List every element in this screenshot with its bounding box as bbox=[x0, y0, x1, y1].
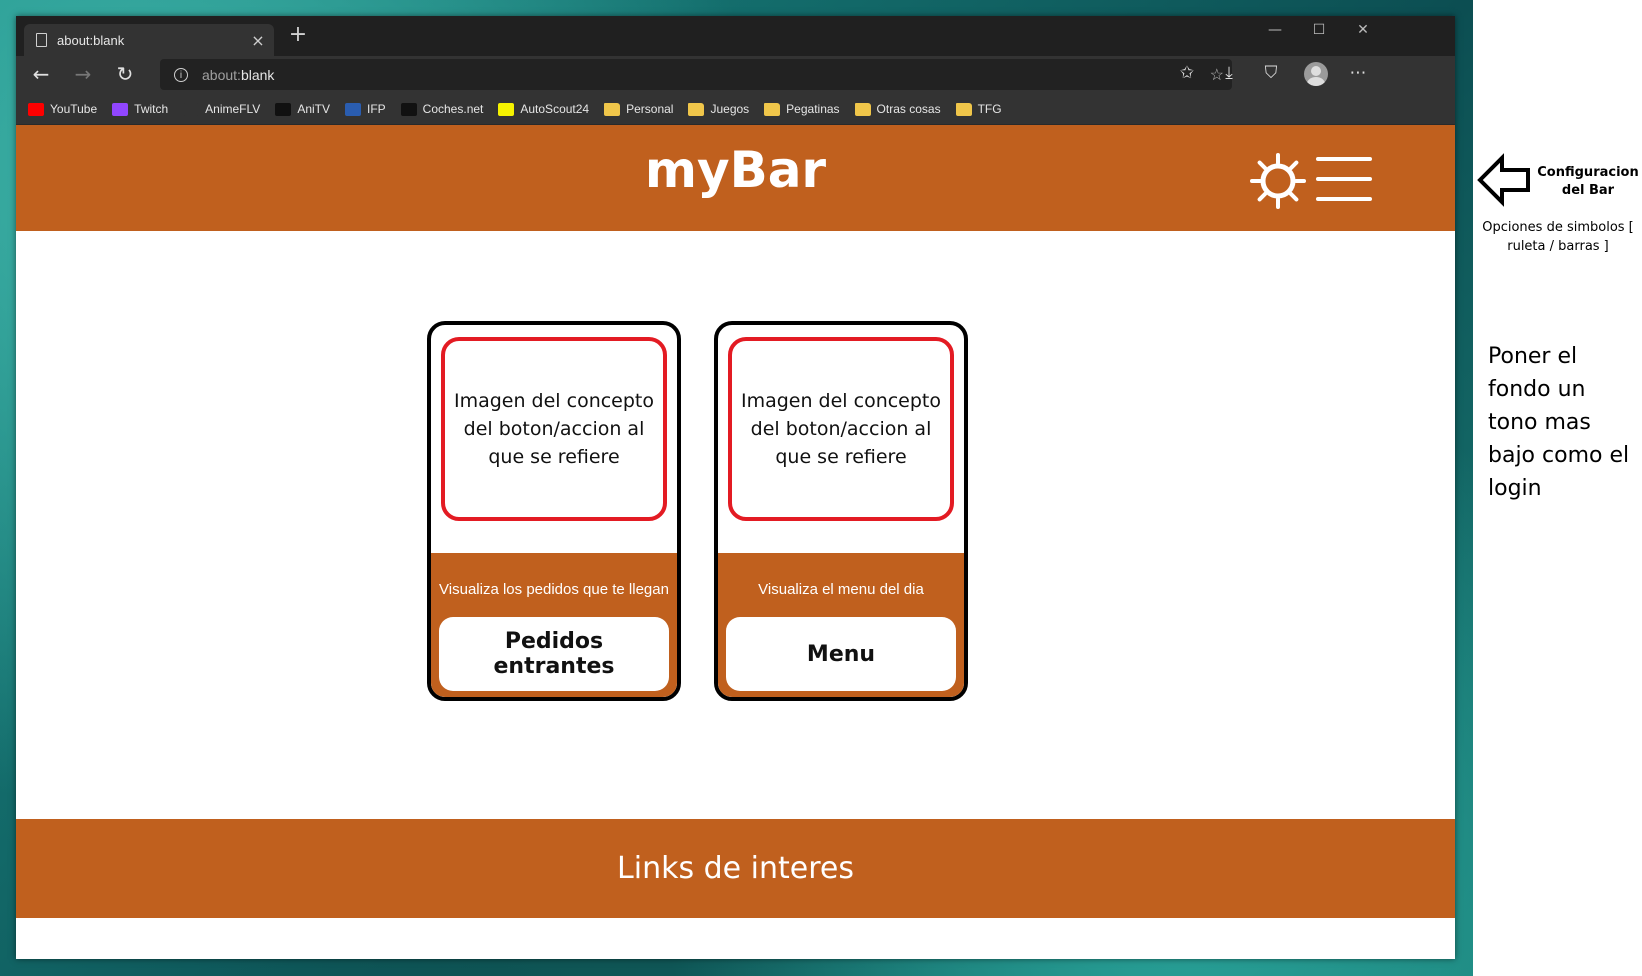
bookmark-label: Pegatinas bbox=[786, 102, 840, 116]
folder-icon bbox=[854, 102, 871, 116]
folder-icon bbox=[764, 102, 781, 116]
forward-icon[interactable]: → bbox=[68, 62, 98, 86]
left-arrow-icon bbox=[1477, 153, 1530, 207]
youtube-icon bbox=[28, 102, 44, 116]
bookmark-autoscout24[interactable]: AutoScout24 bbox=[498, 102, 589, 116]
card-bottom: Visualiza el menu del dia Menu bbox=[718, 553, 964, 697]
bookmark-label: Coches.net bbox=[422, 102, 484, 116]
url-text: about:blank bbox=[202, 66, 275, 83]
hamburger-menu-icon[interactable] bbox=[1316, 157, 1372, 205]
bookmark-label: Twitch bbox=[134, 102, 169, 116]
folder-icon bbox=[604, 102, 621, 116]
footer-links[interactable]: Links de interes bbox=[16, 819, 1455, 918]
pedidos-entrantes-button[interactable]: Pedidos entrantes bbox=[439, 617, 669, 691]
brand-title: myBar bbox=[644, 141, 827, 199]
refresh-icon[interactable]: ↻ bbox=[110, 62, 140, 86]
bookmark-pegatinas[interactable]: Pegatinas bbox=[764, 102, 840, 116]
note-annotation: Poner el fondo un tono mas bajo como el … bbox=[1488, 344, 1630, 501]
options-annotation: Opciones de simbolos [ ruleta / barras ] bbox=[1482, 220, 1634, 254]
card-description: Visualiza los pedidos que te llegan bbox=[439, 581, 669, 598]
bookmark-tfg[interactable]: TFG bbox=[955, 102, 1002, 116]
bookmark-youtube[interactable]: YouTube bbox=[28, 102, 97, 116]
browser-toolbar: ← → ↻ i about:blank ☆ ✩ ⤓ ⛉ ⋯ bbox=[16, 56, 1455, 94]
bookmark-label: Otras cosas bbox=[876, 102, 941, 116]
menu-button[interactable]: Menu bbox=[726, 617, 956, 691]
tab-title: about:blank bbox=[57, 32, 125, 48]
cochesnet-icon bbox=[400, 102, 417, 116]
bookmark-ifp[interactable]: IFP bbox=[345, 102, 386, 116]
bookmark-personal[interactable]: Personal bbox=[604, 102, 673, 116]
card-description: Visualiza el menu del dia bbox=[758, 581, 924, 598]
address-bar[interactable]: i about:blank ☆ bbox=[160, 59, 1232, 90]
bookmark-label: Juegos bbox=[710, 102, 750, 116]
bookmark-juegos[interactable]: Juegos bbox=[688, 102, 749, 116]
browser-tab[interactable]: about:blank × bbox=[24, 24, 274, 56]
app-header: myBar bbox=[16, 125, 1455, 231]
card-pedidos: Imagen del concepto del boton/accion al … bbox=[427, 321, 681, 701]
card-image-placeholder: Imagen del concepto del boton/accion al … bbox=[728, 337, 954, 521]
bookmarks-bar: YouTube Twitch AnimeFLV AniTV IFP Coches.net A… bbox=[16, 94, 1455, 125]
folder-icon bbox=[955, 102, 972, 116]
card-bottom: Visualiza los pedidos que te llegan Pedi… bbox=[431, 553, 677, 697]
card-menu: Imagen del concepto del boton/accion al … bbox=[714, 321, 968, 701]
close-tab-icon[interactable]: × bbox=[248, 31, 268, 50]
download-icon[interactable]: ⤓ bbox=[1215, 63, 1243, 83]
maximize-icon[interactable]: ☐ bbox=[1304, 22, 1334, 38]
info-icon[interactable]: i bbox=[174, 67, 188, 82]
config-annotation: Configuracion del Bar bbox=[1537, 165, 1639, 198]
autoscout-icon bbox=[498, 102, 515, 116]
bookmark-otras-cosas[interactable]: Otras cosas bbox=[854, 102, 941, 116]
close-window-icon[interactable]: ✕ bbox=[1348, 22, 1378, 38]
app-page: myBar Imagen del concepto del boton/acci… bbox=[16, 125, 1455, 959]
profile-avatar-icon[interactable] bbox=[1304, 62, 1328, 86]
browser-window: about:blank × + — ☐ ✕ ← → ↻ i about:blan… bbox=[16, 16, 1455, 959]
folder-icon bbox=[688, 102, 705, 116]
extensions-icon[interactable]: ⛉ bbox=[1257, 63, 1285, 83]
more-options-icon[interactable]: ⋯ bbox=[1344, 63, 1372, 83]
anitv-icon bbox=[275, 102, 292, 116]
bookmark-coches-net[interactable]: Coches.net bbox=[400, 102, 484, 116]
back-icon[interactable]: ← bbox=[26, 62, 56, 86]
bookmark-twitch[interactable]: Twitch bbox=[112, 102, 168, 116]
bookmark-label: AutoScout24 bbox=[520, 102, 590, 116]
page-icon bbox=[36, 33, 47, 47]
tab-bar: about:blank × + — ☐ ✕ bbox=[16, 16, 1455, 56]
twitch-icon bbox=[112, 102, 129, 116]
bookmark-label: IFP bbox=[367, 102, 386, 116]
bookmark-animeflv[interactable]: AnimeFLV bbox=[183, 102, 260, 116]
settings-gear-icon[interactable] bbox=[1250, 153, 1306, 209]
ifp-icon bbox=[345, 102, 361, 116]
new-tab-icon[interactable]: + bbox=[284, 22, 312, 47]
bookmark-label: Personal bbox=[626, 102, 674, 116]
bookmark-anitv[interactable]: AniTV bbox=[275, 102, 330, 116]
bookmark-label: TFG bbox=[977, 102, 1002, 116]
favorites-icon[interactable]: ✩ bbox=[1173, 63, 1201, 83]
minimize-icon[interactable]: — bbox=[1260, 22, 1290, 38]
bookmark-label: AniTV bbox=[297, 102, 330, 116]
animeflv-icon bbox=[183, 102, 200, 116]
card-image-placeholder: Imagen del concepto del boton/accion al … bbox=[441, 337, 667, 521]
bookmark-label: AnimeFLV bbox=[205, 102, 261, 116]
bookmark-label: YouTube bbox=[50, 102, 98, 116]
